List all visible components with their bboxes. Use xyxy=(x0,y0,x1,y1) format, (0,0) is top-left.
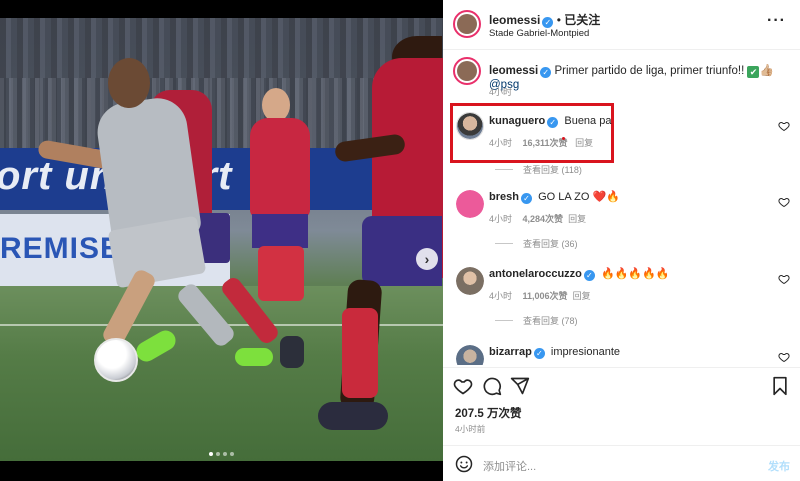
post-comment-button[interactable]: 发布 xyxy=(768,458,790,474)
comment-likes: 11,006次赞 xyxy=(522,291,568,301)
emoji-icon[interactable] xyxy=(455,455,473,473)
player-background-shorts xyxy=(252,214,308,248)
thumbs-up-emoji: 👍🏼 xyxy=(759,65,774,77)
like-heart-icon[interactable] xyxy=(778,196,790,208)
player-background-head xyxy=(262,88,290,122)
comment-time: 4小时 xyxy=(489,214,513,224)
comment-likes: 4,284次赞 xyxy=(522,214,564,224)
view-replies[interactable]: 查看回复 (36) xyxy=(495,237,578,250)
check-emoji: ✔ xyxy=(747,66,760,78)
commenter-avatar[interactable] xyxy=(456,112,484,140)
carousel-dot xyxy=(223,452,227,456)
avatar-image xyxy=(456,345,484,365)
player-main-head xyxy=(108,58,150,108)
comment-text: kunaguero ✓ Buena pa xyxy=(489,114,611,128)
player-background-shirt xyxy=(250,118,310,218)
like-heart-icon[interactable] xyxy=(778,273,790,285)
reply-button[interactable]: 回复 xyxy=(573,291,591,301)
comment-body: GO LA ZO ❤️🔥 xyxy=(538,191,620,203)
bookmark-icon[interactable] xyxy=(770,376,790,396)
commenter-avatar[interactable] xyxy=(456,345,484,365)
comment: bizarrap ✓ impresionante xyxy=(443,345,800,365)
comment-icon[interactable] xyxy=(482,376,502,396)
player-foreground-sock xyxy=(342,308,378,398)
post-header: leomessi ✓ • 已关注 Stade Gabriel-Montpied ·… xyxy=(443,0,800,50)
add-comment-bar: 添加评论... 发布 xyxy=(443,445,800,481)
caption-avatar[interactable] xyxy=(453,57,481,85)
comment-input[interactable]: 添加评论... xyxy=(483,458,536,474)
follow-button[interactable]: 已关注 xyxy=(564,13,600,27)
author-avatar[interactable] xyxy=(453,10,481,38)
view-replies[interactable]: 查看回复 (78) xyxy=(495,314,578,327)
verified-icon: ✓ xyxy=(533,348,545,359)
caption-time: 4小时 xyxy=(489,87,513,97)
avatar-image xyxy=(456,190,484,218)
like-heart-icon[interactable] xyxy=(453,376,473,396)
share-icon[interactable] xyxy=(510,376,530,396)
player-main-boot xyxy=(235,348,273,366)
view-replies[interactable]: 查看回复 (118) xyxy=(495,163,582,176)
post-sidebar: leomessi ✓ • 已关注 Stade Gabriel-Montpied ·… xyxy=(443,0,800,481)
like-count[interactable]: 207.5 万次赞 xyxy=(455,405,521,421)
next-image-button[interactable]: › xyxy=(416,248,438,270)
author-line: leomessi ✓ • 已关注 xyxy=(489,11,600,28)
verified-icon: ✓ xyxy=(583,270,595,281)
avatar-image xyxy=(456,267,484,295)
like-heart-icon[interactable] xyxy=(778,120,790,132)
comment-text: bizarrap ✓ impresionante xyxy=(489,345,620,359)
carousel-indicator xyxy=(0,445,443,459)
verified-icon: ✓ xyxy=(540,67,552,78)
caption-username[interactable]: leomessi xyxy=(489,65,538,77)
post-photo: ort unisport REMISES › xyxy=(0,18,443,461)
verified-icon: ✓ xyxy=(520,193,532,204)
caption-text: Primer partido de liga, primer triunfo!! xyxy=(554,65,748,77)
comment-body: 🔥🔥🔥🔥🔥 xyxy=(601,268,670,280)
commenter-avatar[interactable] xyxy=(456,267,484,295)
like-heart-icon[interactable] xyxy=(778,351,790,363)
comment-meta: 4小时 11,006次赞 回复 xyxy=(489,289,599,302)
comment-likes: 16,311次赞 xyxy=(522,138,568,148)
comment-meta: 4小时 16,311次赞 回复 xyxy=(489,136,601,149)
player-foreground-boot xyxy=(318,402,388,430)
carousel-dot xyxy=(209,452,213,456)
comment-text: antonelaroccuzzo ✓ 🔥🔥🔥🔥🔥 xyxy=(489,267,670,281)
author-username[interactable]: leomessi xyxy=(489,13,540,27)
comment-username[interactable]: bresh xyxy=(489,191,519,203)
comment-time: 4小时 xyxy=(489,138,513,148)
comment-body: impresionante xyxy=(550,346,621,358)
reply-button[interactable]: 回复 xyxy=(575,138,593,148)
location-link[interactable]: Stade Gabriel-Montpied xyxy=(489,28,589,39)
avatar-image xyxy=(457,113,483,139)
post-actions: 207.5 万次赞 4小时前 添加评论... 发布 xyxy=(443,367,800,480)
comment-username[interactable]: kunaguero xyxy=(489,115,545,127)
verified-icon: ✓ xyxy=(542,17,554,28)
carousel-dot xyxy=(216,452,220,456)
comment-username[interactable]: bizarrap xyxy=(489,346,532,358)
reply-button[interactable]: 回复 xyxy=(568,214,586,224)
comment-body: Buena pa xyxy=(564,115,612,127)
comment-text: bresh ✓ GO LA ZO ❤️🔥 xyxy=(489,190,620,204)
comment-time: 4小时 xyxy=(489,291,513,301)
player-defender-boot xyxy=(280,336,304,368)
caption: leomessi ✓ Primer partido de liga, primer… xyxy=(489,64,800,92)
football xyxy=(94,338,138,382)
post-media[interactable]: ort unisport REMISES › xyxy=(0,0,443,481)
post-timestamp: 4小时前 xyxy=(455,424,486,434)
comment-username[interactable]: antonelaroccuzzo xyxy=(489,268,582,280)
more-options-icon[interactable]: ··· xyxy=(767,12,786,30)
carousel-dot xyxy=(230,452,234,456)
verified-icon: ✓ xyxy=(547,117,559,128)
commenter-avatar[interactable] xyxy=(456,190,484,218)
player-background-legs xyxy=(258,246,304,301)
red-dot xyxy=(561,137,565,140)
comment-meta: 4小时 4,284次赞 回复 xyxy=(489,212,594,225)
separator: • xyxy=(556,13,561,27)
